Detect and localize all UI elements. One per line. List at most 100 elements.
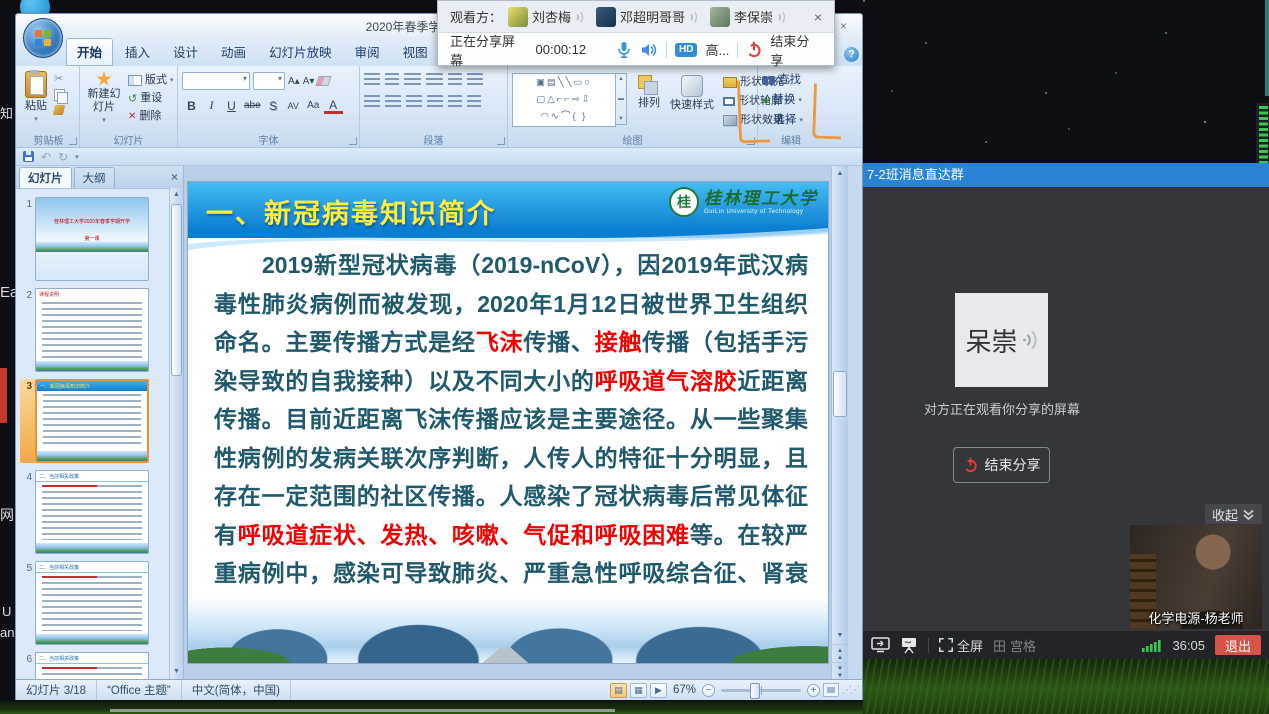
slideshow-button[interactable]: ▶	[650, 683, 667, 698]
arrange-button[interactable]: 排列	[635, 73, 663, 128]
shadow-button[interactable]: S	[264, 97, 283, 114]
end-share-button[interactable]: 结束分享	[953, 447, 1050, 483]
underline-button[interactable]: U	[222, 97, 241, 114]
zoom-in-button[interactable]: +	[807, 684, 820, 697]
ribbon-tab-4[interactable]: 动画	[210, 38, 257, 66]
scroll-down-icon[interactable]: ▼	[832, 628, 848, 643]
slide-thumbnail-1[interactable]: 1桂林理工大学2020年春季学期开学第一课	[20, 197, 183, 281]
slide-canvas[interactable]: 一、新冠病毒知识简介 桂 桂林理工大学 GuiLin University of…	[188, 182, 828, 663]
dialog-launcher[interactable]	[497, 137, 505, 145]
resize-grip[interactable]: ⋰⋰	[842, 685, 858, 696]
help-icon[interactable]: ?	[844, 47, 859, 62]
slide-thumbnail-4[interactable]: 4二、当前相关政策	[20, 470, 183, 554]
desktop-app-icon[interactable]	[0, 368, 7, 423]
scrollbar-thumb[interactable]	[171, 204, 182, 376]
scroll-down-icon[interactable]: ▼	[170, 665, 183, 679]
strikethrough-button[interactable]: abe	[242, 97, 263, 114]
delete-slide-button[interactable]: ✕删除	[128, 109, 174, 124]
theme-name[interactable]: “Office 主题”	[97, 680, 182, 700]
change-case-button[interactable]: Aa	[304, 97, 323, 114]
tab-slides[interactable]: 幻灯片	[19, 167, 72, 188]
columns-icon[interactable]	[448, 95, 462, 108]
desktop-icon-label[interactable]: 网	[0, 505, 14, 525]
viewer-chip[interactable]: 刘杏梅	[508, 7, 586, 27]
previous-slide-button[interactable]: ▲▲	[832, 644, 848, 661]
slide-thumbnail-5[interactable]: 5二、当前相关政策	[20, 561, 183, 645]
format-painter-icon[interactable]	[53, 105, 65, 115]
save-icon[interactable]	[23, 151, 34, 162]
line-spacing-icon[interactable]	[448, 73, 462, 86]
reset-button[interactable]: ↺重设	[128, 91, 174, 106]
find-button[interactable]: 查找	[762, 72, 820, 89]
office-button[interactable]	[23, 18, 63, 58]
paste-button[interactable]: 粘贴▾	[22, 69, 50, 128]
panel-close-icon[interactable]: ×	[171, 170, 178, 184]
redo-icon[interactable]: ↻	[58, 151, 68, 163]
scroll-up-icon[interactable]: ▲	[170, 188, 183, 202]
grow-font-button[interactable]: A▴	[288, 76, 300, 87]
ribbon-tab-1[interactable]: 开始	[66, 38, 113, 66]
slide-thumbnail-3[interactable]: 3一、新冠病毒知识简介	[20, 379, 183, 463]
customize-qat-icon[interactable]: ▾	[75, 153, 79, 161]
fullscreen-button[interactable]: 全屏	[939, 636, 983, 655]
viewer-chip[interactable]: 邓超明哥哥	[596, 7, 700, 27]
fit-to-window-button[interactable]	[823, 683, 839, 697]
ribbon-tab-2[interactable]: 插入	[114, 38, 161, 66]
quick-styles-button[interactable]: 快速样式	[667, 73, 717, 128]
bold-button[interactable]: B	[182, 97, 201, 114]
zoom-slider[interactable]	[721, 689, 801, 692]
font-color-button[interactable]: A	[324, 97, 343, 114]
shapes-gallery-scroll[interactable]: ▲▬▼	[616, 73, 627, 125]
viewer-chip[interactable]: 李保崇	[710, 7, 788, 27]
justify-icon[interactable]	[427, 95, 443, 108]
slide-sorter-button[interactable]: ▦	[630, 683, 647, 698]
copy-icon[interactable]	[54, 89, 65, 101]
align-right-icon[interactable]	[406, 95, 422, 108]
participant-tile[interactable]: 呆崇	[955, 293, 1048, 387]
shrink-font-button[interactable]: A▾	[303, 76, 315, 87]
exit-button[interactable]: 退出	[1215, 635, 1261, 655]
microphone-icon[interactable]	[616, 41, 632, 59]
grid-view-button[interactable]: 田 宫格	[993, 636, 1036, 655]
align-center-icon[interactable]	[385, 95, 401, 108]
desktop-icon-label[interactable]: 知	[0, 103, 13, 122]
quality-label[interactable]: 高...	[705, 40, 729, 59]
layout-button[interactable]: 版式▾	[128, 73, 174, 88]
desktop-icon-label[interactable]: an	[0, 625, 14, 640]
italic-button[interactable]: I	[202, 97, 221, 114]
desktop-icon-label[interactable]: U	[2, 604, 11, 619]
whiteboard-icon[interactable]	[900, 637, 918, 654]
clear-formatting-icon[interactable]	[316, 76, 332, 86]
share-screen-icon[interactable]	[871, 637, 890, 653]
editor-scrollbar[interactable]: ▲ ▼ ▲▲ ▼▼	[831, 166, 848, 679]
normal-view-button[interactable]: ▤	[610, 683, 627, 698]
cut-icon[interactable]: ✂	[54, 72, 65, 85]
hd-badge[interactable]: HD	[675, 43, 697, 57]
character-spacing-button[interactable]: AV	[284, 97, 303, 114]
select-button[interactable]: ↖选择▾	[762, 112, 820, 129]
next-slide-button[interactable]: ▼▼	[832, 662, 848, 679]
ribbon-tab-3[interactable]: 设计	[162, 38, 209, 66]
ribbon-tab-5[interactable]: 幻灯片放映	[258, 38, 343, 66]
end-share-button[interactable]: 结束分享	[770, 31, 822, 69]
panel-scrollbar[interactable]: ▲ ▼	[169, 188, 183, 679]
collapse-button[interactable]: 收起	[1205, 504, 1262, 524]
text-direction-icon[interactable]	[467, 73, 483, 86]
decrease-indent-icon[interactable]	[404, 73, 421, 86]
undo-icon[interactable]: ↶	[41, 151, 51, 163]
tab-outline[interactable]: 大纲	[74, 167, 115, 188]
scrollbar-thumb[interactable]	[833, 371, 847, 417]
close-icon[interactable]: ×	[814, 10, 822, 24]
bullets-icon[interactable]	[364, 73, 380, 86]
replace-button[interactable]: ab替换▾	[762, 92, 820, 109]
ribbon-tab-7[interactable]: 视图	[392, 38, 439, 66]
shapes-gallery[interactable]: ▣▤╲╲▭○ ▢△⌐⌐⇨⇩ ◠∿⌒{ }	[512, 73, 616, 127]
smartart-icon[interactable]	[467, 95, 481, 108]
scroll-up-icon[interactable]: ▲	[832, 166, 848, 181]
new-slide-button[interactable]: 新建幻灯片▾	[84, 69, 124, 129]
slide-thumbnail-2[interactable]: 2课程说明	[20, 288, 183, 372]
numbering-icon[interactable]	[385, 73, 399, 86]
dialog-launcher[interactable]	[349, 137, 357, 145]
increase-indent-icon[interactable]	[426, 73, 443, 86]
font-size-select[interactable]	[253, 72, 285, 90]
